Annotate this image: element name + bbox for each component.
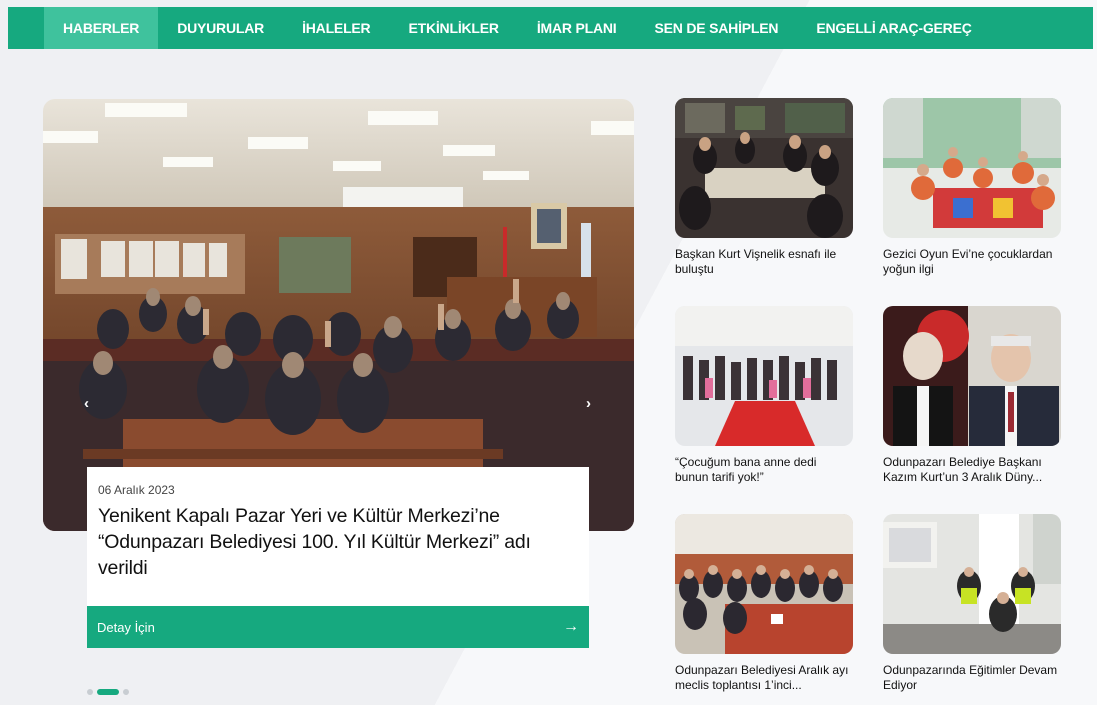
nav-item-imar-plani[interactable]: İMAR PLANI xyxy=(518,7,636,49)
nav-item-ihaleler[interactable]: İHALELER xyxy=(283,7,389,49)
slider-dot[interactable] xyxy=(87,689,93,695)
news-card-title[interactable]: Odunpazarı Belediyesi Aralık ayı meclis … xyxy=(675,663,853,693)
detail-button-label: Detay İçin xyxy=(97,619,155,635)
news-card-title[interactable]: Gezici Oyun Evi’ne çocuklardan yoğun ilg… xyxy=(883,247,1061,277)
nav-item-sen-de-sahiplen[interactable]: SEN DE SAHİPLEN xyxy=(636,7,798,49)
slider-dot-active[interactable] xyxy=(97,689,119,695)
news-card-image xyxy=(883,514,1061,654)
news-card-title[interactable]: Başkan Kurt Vişnelik esnafı ile buluştu xyxy=(675,247,853,277)
hero-caption: 06 Aralık 2023 Yenikent Kapalı Pazar Yer… xyxy=(87,467,589,607)
chevron-right-icon[interactable]: › xyxy=(586,395,591,412)
news-card[interactable]: Başkan Kurt Vişnelik esnafı ile buluştu xyxy=(675,98,853,277)
slider-dot[interactable] xyxy=(123,689,129,695)
news-card-image xyxy=(883,98,1061,238)
main-nav: HABERLER DUYURULAR İHALELER ETKİNLİKLER … xyxy=(8,7,1093,49)
nav-item-etkinlikler[interactable]: ETKİNLİKLER xyxy=(389,7,517,49)
hero-title[interactable]: Yenikent Kapalı Pazar Yeri ve Kültür Mer… xyxy=(98,503,578,581)
slider-dots xyxy=(87,689,129,695)
hero-date: 06 Aralık 2023 xyxy=(98,483,175,497)
arrow-right-icon: → xyxy=(563,618,579,635)
news-card-title[interactable]: Odunpazarı Belediye Başkanı Kazım Kurt’u… xyxy=(883,455,1061,485)
news-card-image xyxy=(675,98,853,238)
news-card[interactable]: Gezici Oyun Evi’ne çocuklardan yoğun ilg… xyxy=(883,98,1061,277)
detail-button[interactable]: Detay İçin → xyxy=(87,606,589,648)
nav-item-engelli-arac-gerec[interactable]: ENGELLİ ARAÇ-GEREÇ xyxy=(797,7,990,49)
nav-item-haberler[interactable]: HABERLER xyxy=(44,7,159,49)
news-card-title[interactable]: Odunpazarında Eğitimler Devam Ediyor xyxy=(883,663,1061,693)
news-card-image xyxy=(675,306,853,446)
news-card-image xyxy=(883,306,1061,446)
news-card[interactable]: “Çocuğum bana anne dedi bunun tarifi yok… xyxy=(675,306,853,485)
news-card-title[interactable]: “Çocuğum bana anne dedi bunun tarifi yok… xyxy=(675,455,853,485)
nav-item-duyurular[interactable]: DUYURULAR xyxy=(158,7,283,49)
chevron-left-icon[interactable]: ‹ xyxy=(84,395,89,412)
news-card-image xyxy=(675,514,853,654)
news-card[interactable]: Odunpazarında Eğitimler Devam Ediyor xyxy=(883,514,1061,693)
news-card[interactable]: Odunpazarı Belediye Başkanı Kazım Kurt’u… xyxy=(883,306,1061,485)
news-card[interactable]: Odunpazarı Belediyesi Aralık ayı meclis … xyxy=(675,514,853,693)
